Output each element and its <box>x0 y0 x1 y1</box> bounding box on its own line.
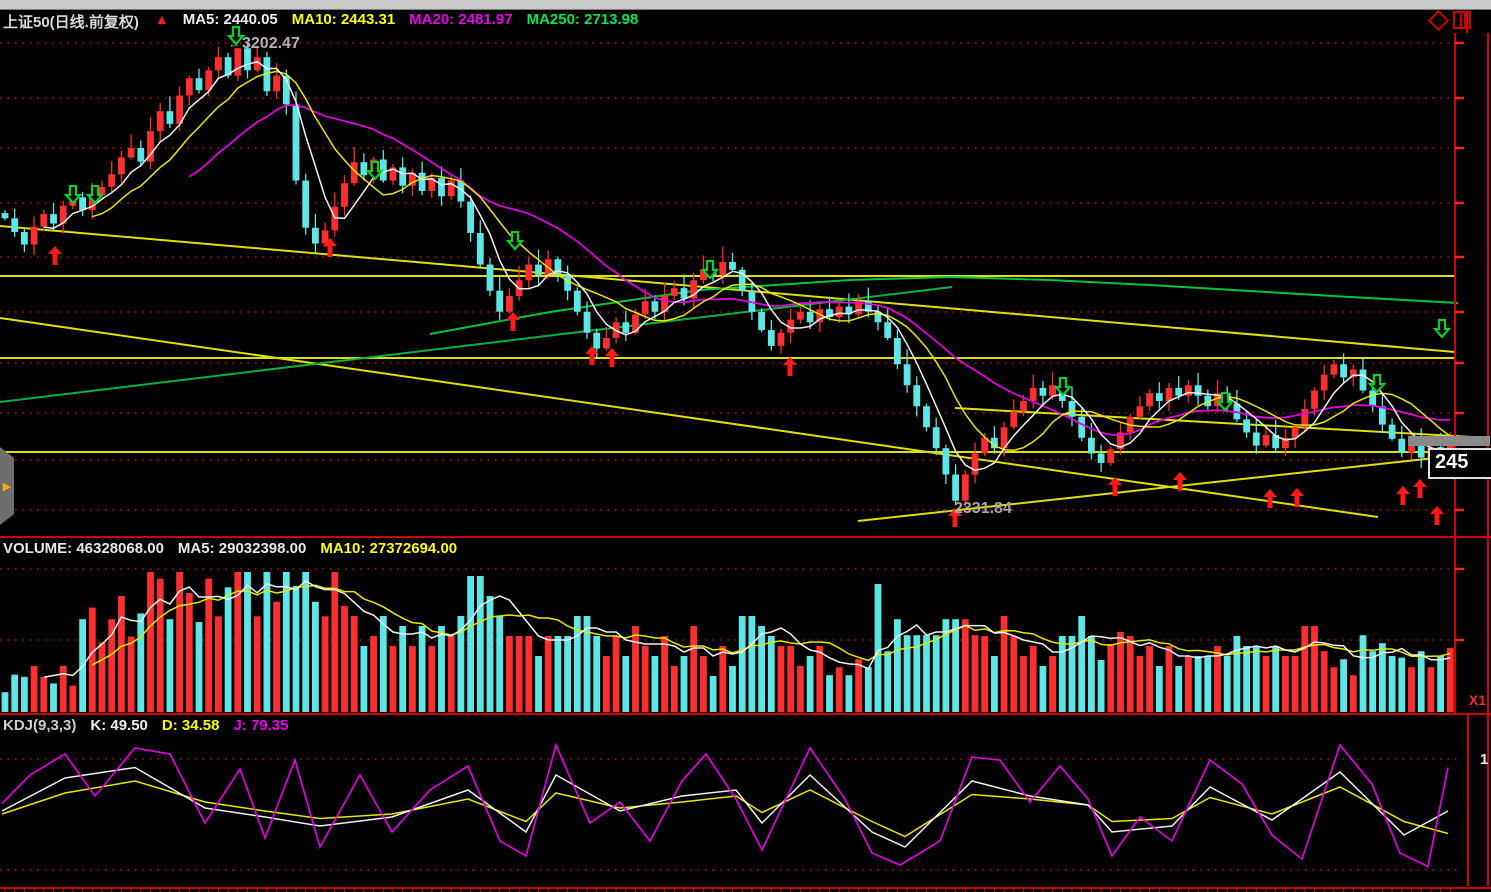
last-price-tag: 245 <box>1428 448 1491 479</box>
ma250-value: MA250: 2713.98 <box>527 11 639 32</box>
chart-canvas[interactable] <box>0 0 1491 892</box>
axis-highlight-bar <box>1408 436 1490 446</box>
ma20-value: MA20: 2481.97 <box>409 11 512 32</box>
ma10-value: MA10: 2443.31 <box>292 11 395 32</box>
symbol-title: 上证50(日线.前复权) <box>3 11 139 32</box>
volume-header: VOLUME: 46328068.00 MA5: 29032398.00 MA1… <box>3 540 457 557</box>
low-price-label: ←2331.84 <box>940 500 1012 518</box>
volume-value: VOLUME: 46328068.00 <box>3 540 164 557</box>
kdj-k-value: K: 49.50 <box>90 717 148 734</box>
volume-unit-label: X1 <box>1469 692 1486 708</box>
main-chart-header: 上证50(日线.前复权) ▲ MA5: 2440.05 MA10: 2443.3… <box>3 11 638 32</box>
volume-layer <box>2 572 1454 712</box>
volume-ma10-value: MA10: 27372694.00 <box>320 540 457 557</box>
low-marker-icon: ← <box>940 501 953 516</box>
volume-ma5-value: MA5: 29032398.00 <box>178 540 306 557</box>
titlebar-icons <box>1431 11 1471 29</box>
high-marker-icon: ← <box>228 36 241 51</box>
kdj-header: KDJ(9,3,3) K: 49.50 D: 34.58 J: 79.35 <box>3 717 289 734</box>
high-price-value: 3202.47 <box>242 35 300 52</box>
up-arrow-icon: ▲ <box>155 11 169 32</box>
kdj-axis-label: 1 <box>1480 751 1488 768</box>
trading-terminal: 上证50(日线.前复权) ▲ MA5: 2440.05 MA10: 2443.3… <box>0 0 1491 892</box>
diamond-icon[interactable] <box>1428 9 1449 30</box>
kdj-layer <box>2 745 1448 867</box>
kdj-title: KDJ(9,3,3) <box>3 717 76 734</box>
expand-arrow-icon: ▶ <box>3 480 11 493</box>
panes-icon[interactable] <box>1453 11 1471 29</box>
low-price-value: 2331.84 <box>954 500 1012 517</box>
kdj-d-value: D: 34.58 <box>162 717 220 734</box>
high-price-label: ←3202.47 <box>228 35 300 53</box>
sidebar-expand-handle[interactable]: ▶ <box>0 447 14 525</box>
ma5-value: MA5: 2440.05 <box>183 11 278 32</box>
gridlines-layer <box>0 43 1462 870</box>
kdj-j-value: J: 79.35 <box>233 717 288 734</box>
